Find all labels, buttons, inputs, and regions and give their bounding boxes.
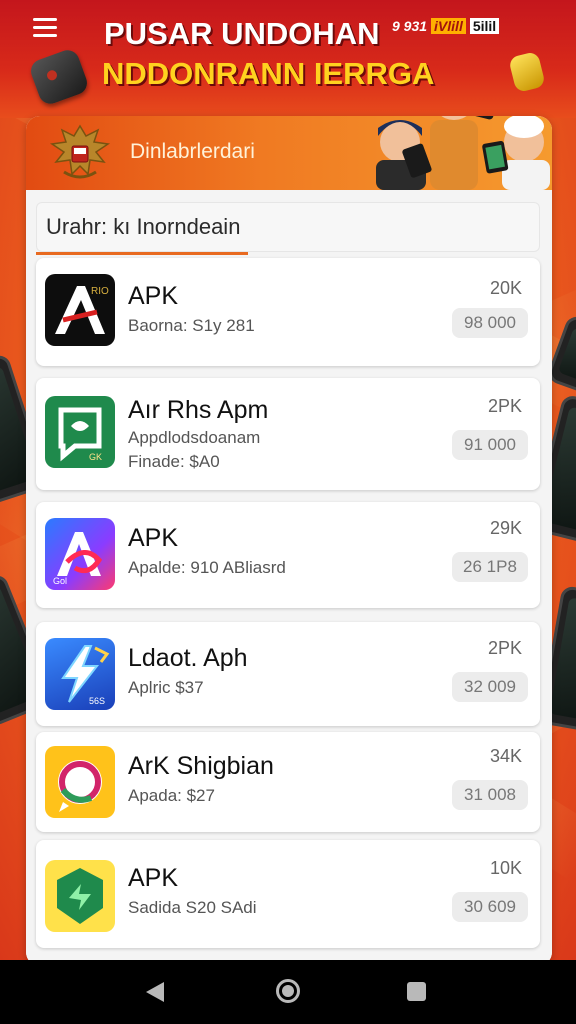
svg-text:56S: 56S (89, 696, 105, 706)
menu-icon[interactable] (33, 18, 57, 38)
app-list-item[interactable]: RIO APK Baorna: S1y 281 20K 98 000 (36, 258, 540, 366)
app-subtitle: Appdlodsdoanam (128, 428, 261, 447)
search-bar[interactable]: Urahr: kı Inorndeain (36, 202, 540, 252)
app-download-count: 34K (489, 746, 522, 766)
app-price-button[interactable]: 98 000 (452, 308, 528, 338)
status-battery: 5ilil (469, 18, 500, 34)
bottle-icon (508, 50, 546, 94)
status-signal: 9 931 (392, 18, 428, 34)
app-download-count: 2PK (487, 396, 522, 416)
app-download-count: 10K (489, 858, 522, 878)
svg-text:Gol: Gol (53, 576, 67, 586)
status-strip: 9 931 iVlill 5ilil (392, 16, 500, 36)
app-download-count: 20K (489, 278, 522, 298)
svg-text:RIO: RIO (91, 286, 109, 297)
app-list-item[interactable]: APK Sadida S20 SAdi 10K 30 609 (36, 840, 540, 948)
home-icon[interactable] (276, 979, 300, 1003)
app-name: APK (128, 524, 179, 552)
people-illustration (376, 116, 550, 190)
app-list-item[interactable]: Gol APK Apalde: 910 ABliasrd 29K 26 1P8 (36, 502, 540, 608)
app-name: APK (128, 282, 179, 310)
banner-title-line2: NDDONRANN IERRGA (102, 56, 435, 91)
app-icon-a-letter: RIO (45, 274, 115, 346)
back-icon[interactable] (146, 982, 164, 1002)
banner-title-line1: PUSAR UNDOHAN (104, 16, 380, 51)
top-banner: PUSAR UNDOHAN NDDONRANN IERRGA 9 931 iVl… (0, 0, 576, 118)
app-price-button[interactable]: 91 000 (452, 430, 528, 460)
app-subtitle: Apada: $27 (128, 786, 215, 805)
app-name: Aır Rhs Apm (128, 396, 269, 424)
gamepad-icon (27, 46, 91, 108)
system-nav-bar (0, 960, 576, 1024)
app-list-item[interactable]: GK Aır Rhs Apm Appdlodsdoanam Finade: $A… (36, 378, 540, 490)
svg-text:GK: GK (89, 452, 102, 462)
app-download-count: 29K (489, 518, 522, 538)
app-name: ArK Shigbian (128, 752, 274, 780)
status-badge: iVlill (431, 18, 466, 34)
tab-underline (36, 252, 248, 255)
app-price-button[interactable]: 30 609 (452, 892, 528, 922)
app-subtitle: Baorna: S1y 281 (128, 316, 255, 335)
garuda-emblem-icon (49, 124, 111, 179)
app-icon-lightning: 56S (45, 638, 115, 710)
card-body: Urahr: kı Inorndeain RIO APK Baorna: S1y… (26, 190, 552, 966)
app-icon-gradient-a: Gol (45, 518, 115, 590)
app-price-button[interactable]: 32 009 (452, 672, 528, 702)
app-name: APK (128, 864, 179, 892)
app-price-button[interactable]: 26 1P8 (452, 552, 528, 582)
card-header: Dinlabrlerdari (26, 116, 552, 190)
app-subtitle: Apalde: 910 ABliasrd (128, 558, 286, 577)
search-text: Urahr: kı Inorndeain (46, 214, 241, 239)
app-list-card: Dinlabrlerdari Urahr: kı Inorndeain RIO … (26, 116, 552, 966)
app-download-count: 2PK (487, 638, 522, 658)
app-icon-chat: GK (45, 396, 115, 468)
app-list-item[interactable]: ArK Shigbian Apada: $27 34K 31 008 (36, 732, 540, 832)
app-subtitle: Aplric $37 (128, 678, 204, 697)
app-list-item[interactable]: 56S Ldaot. Aph Aplric $37 2PK 32 009 (36, 622, 540, 726)
app-subtitle: Sadida S20 SAdi (128, 898, 257, 917)
recent-apps-icon[interactable] (407, 982, 426, 1001)
app-icon-green-shield (45, 860, 115, 932)
app-subtitle-2: Finade: $A0 (128, 452, 220, 471)
app-icon-ring (45, 746, 115, 818)
app-price-button[interactable]: 31 008 (452, 780, 528, 810)
card-header-label: Dinlabrlerdari (130, 140, 255, 163)
app-name: Ldaot. Aph (128, 644, 248, 672)
